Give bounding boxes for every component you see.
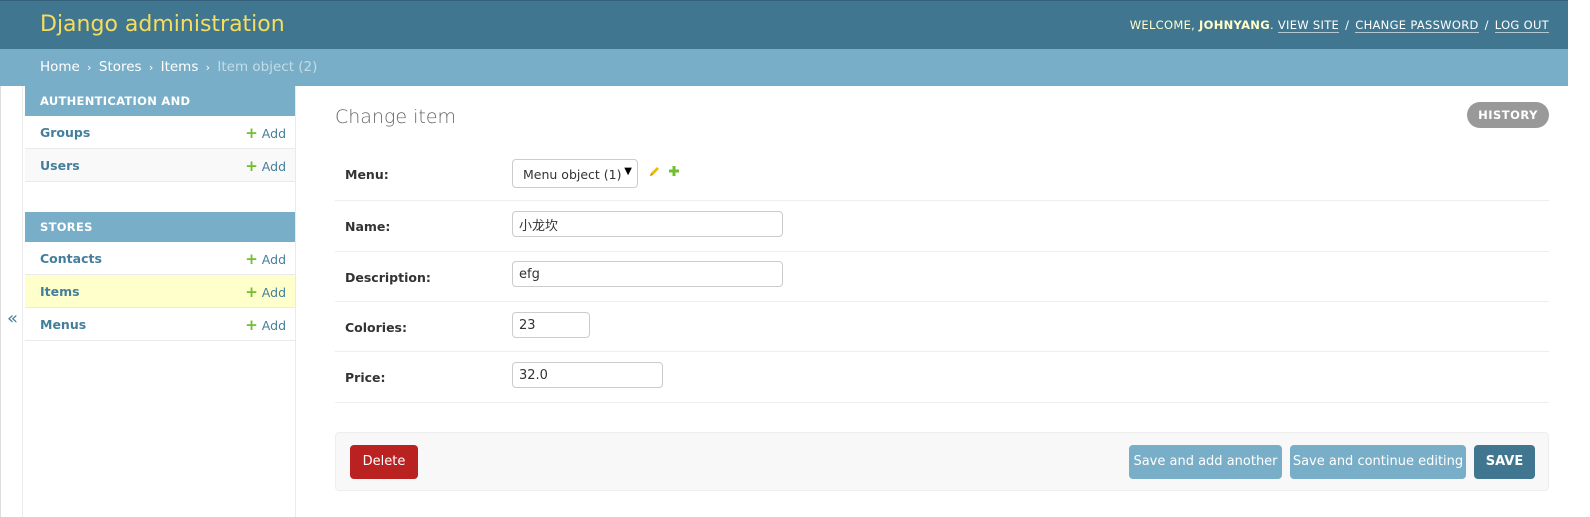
colories-label: Colories: bbox=[345, 320, 407, 335]
sidebar-item-contacts: Contacts + Add bbox=[25, 242, 295, 275]
sidebar-item-items: Items + Add bbox=[25, 275, 295, 308]
plus-icon: + bbox=[245, 283, 258, 301]
menu-select-value: Menu object (1) bbox=[523, 167, 622, 182]
groups-link[interactable]: Groups bbox=[40, 125, 90, 140]
items-link[interactable]: Items bbox=[40, 284, 80, 299]
user-tools: WELCOME, JOHNYANG. VIEW SITE / CHANGE PA… bbox=[1129, 18, 1549, 33]
module-auth: AUTHENTICATION AND AUTHORIZATION Groups … bbox=[25, 86, 295, 182]
menu-label: Menu: bbox=[345, 167, 389, 182]
name-field[interactable] bbox=[512, 211, 783, 237]
site-title[interactable]: Django administration bbox=[40, 11, 285, 39]
contacts-link[interactable]: Contacts bbox=[40, 251, 102, 266]
form-row-price: Price: bbox=[335, 352, 1549, 403]
save-and-add-another-button[interactable]: Save and add another bbox=[1129, 445, 1282, 479]
menus-link[interactable]: Menus bbox=[40, 317, 86, 332]
submit-row: Delete Save and add another Save and con… bbox=[335, 432, 1549, 491]
view-site-link[interactable]: VIEW SITE bbox=[1277, 18, 1340, 33]
nav-sidebar: AUTHENTICATION AND AUTHORIZATION Groups … bbox=[25, 86, 296, 517]
users-link[interactable]: Users bbox=[40, 158, 80, 173]
save-button[interactable]: SAVE bbox=[1474, 445, 1535, 479]
price-field[interactable] bbox=[512, 362, 663, 388]
form-row-description: Description: bbox=[335, 252, 1549, 302]
delete-button[interactable]: Delete bbox=[350, 445, 418, 479]
plus-icon: + bbox=[245, 316, 258, 334]
save-and-continue-button[interactable]: Save and continue editing bbox=[1290, 445, 1466, 479]
plus-icon[interactable] bbox=[668, 165, 680, 181]
add-users-link[interactable]: + Add bbox=[245, 157, 286, 175]
add-label: Add bbox=[261, 285, 286, 300]
module-caption-auth[interactable]: AUTHENTICATION AND AUTHORIZATION bbox=[25, 86, 295, 138]
add-menus-link[interactable]: + Add bbox=[245, 316, 286, 334]
add-label: Add bbox=[261, 126, 286, 141]
breadcrumb-separator: › bbox=[87, 61, 92, 74]
form-row-menu: Menu: Menu object (1) ▼ bbox=[335, 145, 1549, 201]
breadcrumb-separator: › bbox=[148, 61, 154, 74]
add-groups-link[interactable]: + Add bbox=[245, 124, 286, 142]
breadcrumb-items[interactable]: Items bbox=[161, 59, 199, 75]
log-out-link[interactable]: LOG OUT bbox=[1494, 18, 1549, 33]
collapse-icon: « bbox=[7, 308, 19, 329]
sidebar-item-menus: Menus + Add bbox=[25, 308, 295, 341]
description-label: Description: bbox=[345, 270, 431, 285]
plus-icon: + bbox=[245, 250, 258, 268]
add-label: Add bbox=[261, 318, 286, 333]
chevron-down-icon: ▼ bbox=[624, 166, 632, 177]
breadcrumb-home[interactable]: Home bbox=[40, 59, 80, 75]
sidebar-item-users: Users + Add bbox=[25, 149, 295, 182]
sidebar-item-groups: Groups + Add bbox=[25, 116, 295, 149]
add-items-link[interactable]: + Add bbox=[245, 283, 286, 301]
pencil-icon[interactable] bbox=[648, 165, 661, 182]
name-label: Name: bbox=[345, 219, 391, 234]
breadcrumb-stores[interactable]: Stores bbox=[99, 59, 142, 75]
form-row-name: Name: bbox=[335, 201, 1549, 252]
change-password-link[interactable]: CHANGE PASSWORD bbox=[1355, 18, 1479, 33]
separator: / bbox=[1345, 18, 1350, 32]
module-stores: STORES Contacts + Add Items + Add Menus + A… bbox=[25, 212, 295, 341]
plus-icon: + bbox=[245, 157, 258, 175]
breadcrumb-current: Item object (2) bbox=[217, 59, 318, 75]
plus-icon: + bbox=[245, 124, 258, 142]
add-label: Add bbox=[261, 252, 286, 267]
separator: / bbox=[1484, 18, 1489, 32]
form-row-colories: Colories: bbox=[335, 302, 1549, 352]
add-contacts-link[interactable]: + Add bbox=[245, 250, 286, 268]
breadcrumb: Home › Stores › Items › Item object (2) bbox=[0, 49, 1568, 86]
breadcrumb-separator: › bbox=[205, 61, 211, 74]
menu-select[interactable]: Menu object (1) ▼ bbox=[512, 159, 638, 188]
description-field[interactable] bbox=[512, 261, 783, 287]
add-label: Add bbox=[261, 159, 286, 174]
welcome-text: WELCOME, bbox=[1129, 18, 1200, 32]
toggle-sidebar-button[interactable]: « bbox=[0, 86, 23, 517]
history-button[interactable]: HISTORY bbox=[1467, 102, 1549, 128]
username: JOHNYANG bbox=[1199, 18, 1270, 32]
price-label: Price: bbox=[345, 370, 386, 385]
content-main: Change item HISTORY Menu: Menu object (1… bbox=[335, 86, 1549, 517]
colories-field[interactable] bbox=[512, 312, 590, 338]
header: Django administration WELCOME, JOHNYANG.… bbox=[0, 0, 1568, 50]
page-title: Change item bbox=[335, 106, 457, 128]
module-caption-stores[interactable]: STORES bbox=[25, 212, 295, 242]
